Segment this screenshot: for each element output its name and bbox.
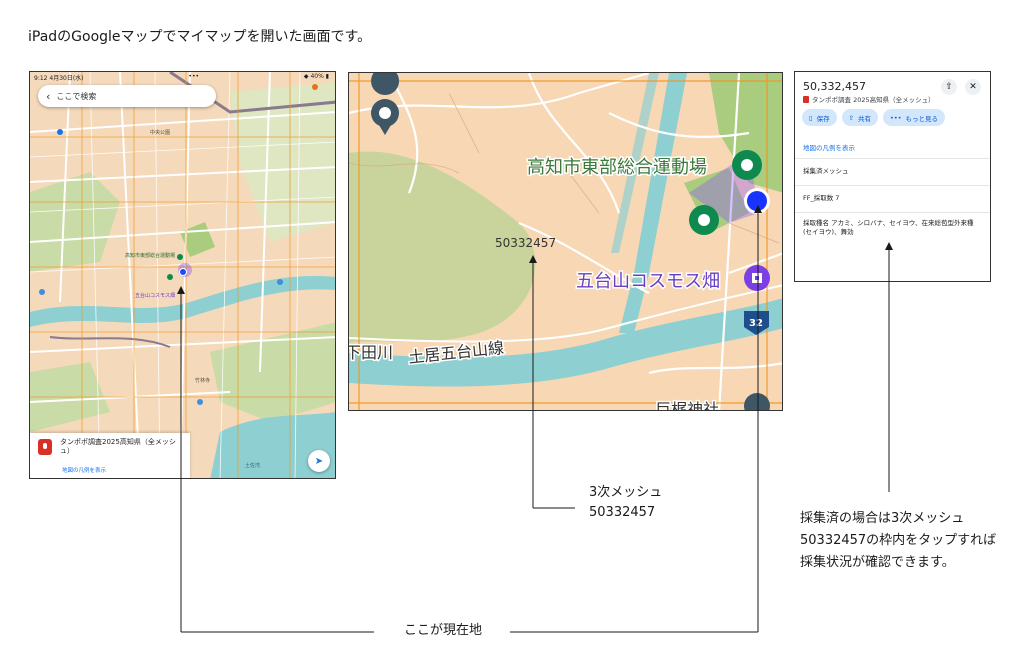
search-bar[interactable]: ‹ ここで検索: [38, 85, 216, 107]
close-icon[interactable]: ✕: [965, 79, 981, 95]
mesh-info-card: 50,332,457 ⇧ ✕ タンポポ調査 2025高知県（全メッシュ） ▯ 保存…: [794, 71, 991, 282]
ipad-map-label: 中央公園: [150, 129, 170, 136]
map-pin-icon: [38, 439, 52, 455]
mymap-bottom-sheet[interactable]: タンポポ調査2025高知県（全メッシュ） 地図の凡例を表示: [30, 433, 190, 478]
save-button[interactable]: ▯ 保存: [802, 109, 837, 126]
shrine-label: 巨梶神社: [655, 400, 719, 411]
park-label: 高知市東部総合運動場: [527, 157, 707, 178]
status-dots: •••: [188, 73, 200, 80]
ipad-map-label: 高知市東部総合運動場: [125, 252, 175, 259]
my-location-button[interactable]: ➤: [308, 450, 330, 472]
card-subtitle: タンポポ調査 2025高知県（全メッシュ）: [803, 94, 935, 104]
show-legend-link[interactable]: 地図の凡例を表示: [803, 142, 855, 152]
mesh-number: 50,332,457: [803, 80, 866, 93]
mesh-annotation-line1: 3次メッシュ: [589, 485, 663, 500]
map-pin-icon: [803, 95, 809, 103]
tap-note-annotation: 採集済の場合は3次メッシュ50332457の枠内をタップすれば採集状況が確認でき…: [800, 511, 997, 570]
ipad-map-label: 土佐湾: [245, 462, 260, 469]
cosmos-field-label: 五台山コスモス畑: [576, 271, 720, 292]
ipad-map-label: 五台山コスモス畑: [135, 292, 175, 299]
mesh-annotation: 3次メッシュ 50332457: [589, 483, 662, 523]
mesh-code-label: 50332457: [495, 236, 556, 250]
current-location-annotation: ここが現在地: [404, 623, 483, 638]
status-right: ◆ 40% ▮: [303, 73, 329, 80]
info-row-count: FF_採取数 7: [795, 185, 990, 212]
action-buttons: ▯ 保存 ⇧ 共有 ••• もっと見る: [802, 109, 946, 126]
save-label: 保存: [816, 114, 830, 123]
info-row-species: 採取種名 アカミ、シロバナ、セイヨウ、在来総苞型外来種(セイヨウ)、舞効: [795, 212, 990, 238]
more-label: もっと見る: [905, 114, 939, 123]
chevron-left-icon[interactable]: ‹: [46, 90, 50, 103]
navigation-arrow-icon: ➤: [314, 455, 324, 467]
mymap-title: タンポポ調査2025高知県（全メッシュ）: [60, 438, 176, 455]
search-placeholder: ここで検索: [56, 91, 97, 101]
ipad-status-bar: 9:12 4月30日(水) ••• ◆ 40% ▮: [30, 72, 335, 82]
bookmark-icon: ▯: [809, 113, 813, 122]
river-label: 下田川: [349, 343, 393, 362]
ipad-map-canvas[interactable]: 中央公園 高知市東部総合運動場 五台山コスモス畑 竹林寺 土佐湾: [30, 72, 336, 479]
info-row-status: 採集済メッシュ: [795, 158, 990, 185]
more-icon: •••: [890, 113, 902, 122]
more-button[interactable]: ••• もっと見る: [883, 109, 946, 126]
page-heading: iPadのGoogleマップでマイマップを開いた画面です。: [28, 29, 372, 45]
show-legend-link[interactable]: 地図の凡例を表示: [62, 466, 106, 474]
card-subtitle-text: タンポポ調査 2025高知県（全メッシュ）: [812, 96, 935, 104]
share-label: 共有: [858, 114, 872, 123]
mesh-annotation-line2: 50332457: [589, 505, 656, 520]
ipad-map-screenshot: 中央公園 高知市東部総合運動場 五台山コスモス畑 竹林寺 土佐湾 9:12 4月…: [29, 71, 336, 479]
zoomed-map: 32 高知市東部総合運動場 50332457 五台山コスモス畑 土居五台山線 下…: [348, 72, 783, 411]
share-button[interactable]: ⇧ 共有: [841, 109, 879, 126]
status-time: 9:12 4月30日(水): [34, 75, 84, 82]
share-icon[interactable]: ⇧: [941, 79, 957, 95]
ipad-map-label: 竹林寺: [195, 377, 210, 384]
route-number: 32: [749, 318, 763, 329]
share-icon: ⇧: [848, 113, 855, 122]
zoomed-map-canvas[interactable]: 32 高知市東部総合運動場 50332457 五台山コスモス畑 土居五台山線 下…: [349, 73, 783, 411]
